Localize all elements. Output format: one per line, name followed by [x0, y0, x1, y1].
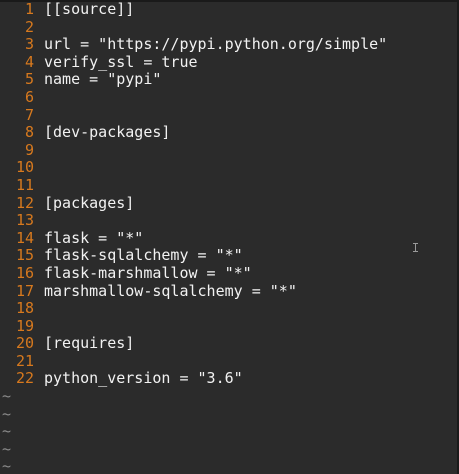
- editor-line[interactable]: 6: [0, 87, 457, 107]
- line-number: 9: [24, 140, 34, 159]
- text-buffer[interactable]: 1 [[source]] 2 3 url = "https://pypi.pytho…: [0, 0, 457, 474]
- line-text[interactable]: verify_ssl = true: [44, 53, 198, 72]
- line-text[interactable]: [dev-packages]: [44, 124, 170, 142]
- line-number: 2: [24, 17, 34, 36]
- line-number: 3: [24, 35, 34, 54]
- line-text[interactable]: flask-sqlalchemy = "*": [44, 247, 243, 265]
- editor-line[interactable]: 12 [packages]: [0, 193, 457, 213]
- editor-line[interactable]: 13: [0, 212, 457, 230]
- editor-line[interactable]: 3 url = "https://pypi.python.org/simple": [0, 36, 457, 54]
- editor-line[interactable]: 14 flask = "*": [0, 228, 457, 248]
- line-number: 14: [15, 228, 34, 247]
- line-number: 11: [15, 175, 34, 194]
- line-text[interactable]: name = "pypi": [44, 71, 161, 89]
- line-text[interactable]: url = "https://pypi.python.org/simple": [44, 36, 387, 54]
- vim-editor-window: 1 [[source]] 2 3 url = "https://pypi.pytho…: [0, 0, 459, 474]
- editor-line[interactable]: 20 [requires]: [0, 335, 457, 353]
- empty-line-marker: ~: [2, 422, 12, 441]
- empty-line-marker: ~: [2, 404, 12, 423]
- line-text[interactable]: flask-marshmallow = "*": [44, 264, 252, 283]
- editor-line[interactable]: 16 flask-marshmallow = "*": [0, 263, 457, 283]
- line-number: 16: [15, 263, 34, 282]
- line-number: 17: [15, 281, 34, 300]
- editor-line[interactable]: 7: [0, 105, 457, 125]
- editor-line[interactable]: 17 marshmallow-sqlalchemy = "*": [0, 281, 457, 301]
- line-number: 10: [15, 158, 34, 177]
- line-text[interactable]: [packages]: [44, 194, 134, 213]
- editor-line[interactable]: 1 [[source]]: [0, 0, 457, 19]
- editor-line[interactable]: 9: [0, 140, 457, 160]
- line-number: 19: [15, 316, 34, 335]
- text-cursor-icon: [413, 243, 418, 252]
- editor-line[interactable]: 21: [0, 351, 457, 371]
- editor-line[interactable]: 11: [0, 175, 457, 195]
- line-number: 22: [15, 369, 34, 388]
- line-text[interactable]: marshmallow-sqlalchemy = "*": [44, 282, 297, 301]
- editor-line[interactable]: 15 flask-sqlalchemy = "*": [0, 247, 457, 265]
- line-number: 21: [15, 351, 34, 370]
- editor-line[interactable]: 8 [dev-packages]: [0, 124, 457, 142]
- line-number: 20: [15, 334, 34, 353]
- empty-line-marker: ~: [2, 457, 12, 474]
- editor-line[interactable]: 4 verify_ssl = true: [0, 52, 457, 72]
- line-number: 5: [24, 70, 34, 89]
- line-number: 13: [15, 211, 34, 230]
- line-number: 7: [24, 105, 34, 124]
- line-number: 4: [24, 52, 34, 71]
- line-number: 1: [24, 0, 34, 18]
- editor-line[interactable]: 2: [0, 17, 457, 37]
- line-number: 8: [24, 123, 34, 142]
- line-number: 15: [15, 246, 34, 265]
- empty-line-marker: ~: [2, 439, 12, 458]
- line-number: 18: [15, 299, 34, 318]
- line-number: 6: [24, 87, 34, 106]
- editor-line[interactable]: 5 name = "pypi": [0, 71, 457, 89]
- empty-line-marker: ~: [2, 387, 12, 406]
- line-text[interactable]: flask = "*": [44, 229, 143, 248]
- editor-line[interactable]: 10: [0, 159, 457, 177]
- line-number: 12: [15, 193, 34, 212]
- editor-line[interactable]: 18: [0, 299, 457, 318]
- line-text[interactable]: [requires]: [44, 335, 134, 353]
- editor-line[interactable]: 19: [0, 316, 457, 336]
- editor-line[interactable]: 22 python_version = "3.6": [0, 370, 457, 388]
- line-text[interactable]: python_version = "3.6": [44, 370, 243, 388]
- line-text[interactable]: [[source]]: [44, 0, 134, 19]
